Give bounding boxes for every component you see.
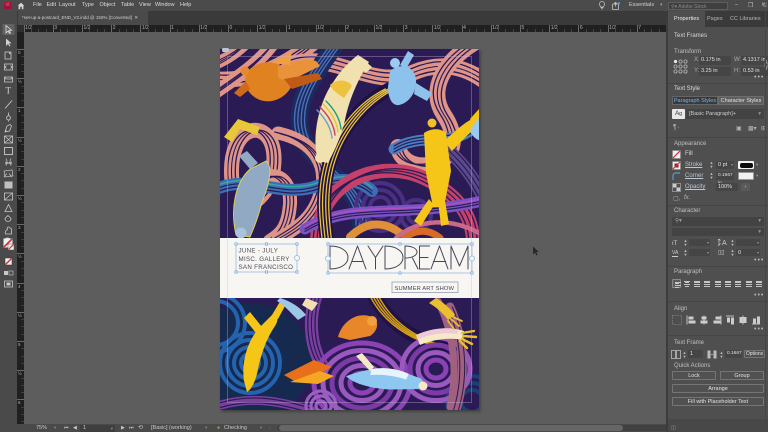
- svg-text:SAN FRANCISCO: SAN FRANCISCO: [239, 264, 294, 271]
- svg-text:A: A: [722, 240, 727, 246]
- svg-text:SUMMER ART SHOW: SUMMER ART SHOW: [395, 286, 455, 292]
- svg-text:JUNE - JULY: JUNE - JULY: [239, 248, 279, 255]
- svg-text:MISC. GALLERY: MISC. GALLERY: [239, 256, 290, 263]
- svg-text:T: T: [6, 86, 12, 96]
